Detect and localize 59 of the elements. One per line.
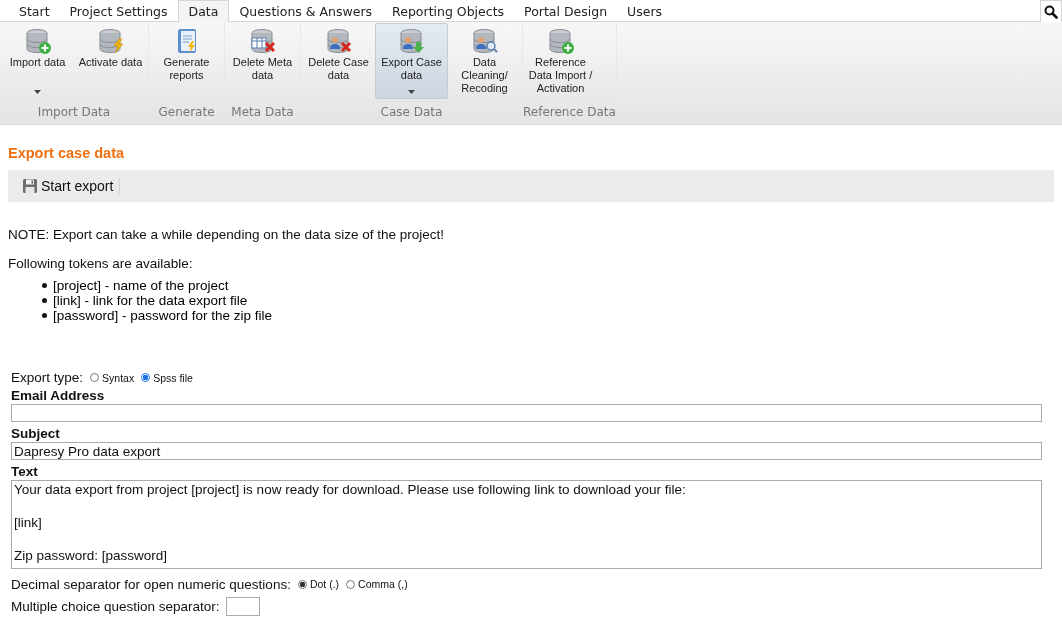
menu-tab[interactable]: Reporting Objects <box>382 0 515 22</box>
menu-tab[interactable]: Data <box>177 0 230 22</box>
ribbon-button[interactable]: Import data <box>1 23 74 99</box>
ribbon-button[interactable]: Activate data <box>74 23 147 99</box>
menu-tab[interactable]: Project Settings <box>59 0 178 22</box>
menu-tab[interactable]: Portal Design <box>514 0 618 22</box>
radio-label: Dot (.) <box>309 578 340 590</box>
bullet-icon <box>42 283 47 288</box>
database-icon <box>470 27 499 55</box>
database-icon <box>23 27 52 55</box>
field-label: Decimal separator for open numeric questions: <box>11 576 291 592</box>
group-label: Generate <box>149 101 224 124</box>
ribbon-button[interactable]: Export Case data <box>375 23 448 99</box>
subject-field[interactable]: Dapresy Pro data export <box>11 442 1042 460</box>
group-label: Meta Data <box>225 101 300 124</box>
group-label: Case Data <box>301 101 522 124</box>
group-label: Import Data <box>0 101 148 124</box>
token-item: [password] - password for the zip file <box>53 308 273 323</box>
field-label: Multiple choice question separator: <box>11 598 220 614</box>
search-icon <box>1044 4 1058 19</box>
tokens-intro: Following tokens are available: <box>8 256 194 271</box>
menu-tab[interactable]: Start <box>9 0 60 22</box>
ribbon-button[interactable]: Data Cleaning/ Recoding <box>448 23 521 99</box>
token-item: [link] - link for the data export file <box>53 293 248 308</box>
radio-button[interactable] <box>90 373 100 382</box>
database-icon <box>324 27 353 55</box>
radio-label: Comma (,) <box>358 578 408 590</box>
database-icon <box>397 27 426 55</box>
radio-button[interactable] <box>141 373 151 382</box>
database-icon <box>248 27 277 55</box>
field-label: Export type: <box>11 370 84 385</box>
field-label: Email Address <box>11 387 106 404</box>
bullet-icon <box>42 298 47 303</box>
radio-button[interactable] <box>346 579 356 589</box>
bullet-icon <box>42 313 47 318</box>
ribbon-button[interactable]: Delete Case data <box>302 23 375 99</box>
search-button[interactable] <box>1040 0 1062 22</box>
menu-tab[interactable]: Questions & Answers <box>229 0 383 22</box>
radio-label: Syntax <box>102 371 135 384</box>
ribbon-button[interactable]: Generate reports <box>150 23 223 99</box>
start-export-button[interactable]: Start export <box>22 178 114 194</box>
message-text-field[interactable]: Your data export from project [project] is now ready for download. Please use following link to download your file: [link] Zip password: [password] <box>11 480 1042 569</box>
token-item: [project] - name of the project <box>53 278 229 293</box>
email-field[interactable] <box>11 404 1042 422</box>
caret-icon <box>34 90 41 94</box>
database-icon <box>546 27 575 55</box>
radio-label: Spss file <box>153 371 193 384</box>
database-icon <box>96 27 125 55</box>
menu-tab[interactable]: Users <box>617 0 673 22</box>
group-label: Reference Data <box>523 101 616 124</box>
radio-button[interactable] <box>297 579 307 589</box>
ribbon-button[interactable]: Delete Meta data <box>226 23 299 99</box>
page-title: Export case data <box>8 145 126 161</box>
note-text: NOTE: Export can take a while depending on the data size of the project! <box>8 227 445 242</box>
ribbon-button[interactable]: Reference Data Import / Activation <box>524 23 597 99</box>
separator-field[interactable] <box>225 596 260 616</box>
caret-icon <box>408 90 415 94</box>
field-label: Text <box>11 463 39 480</box>
field-label: Subject <box>11 425 61 442</box>
